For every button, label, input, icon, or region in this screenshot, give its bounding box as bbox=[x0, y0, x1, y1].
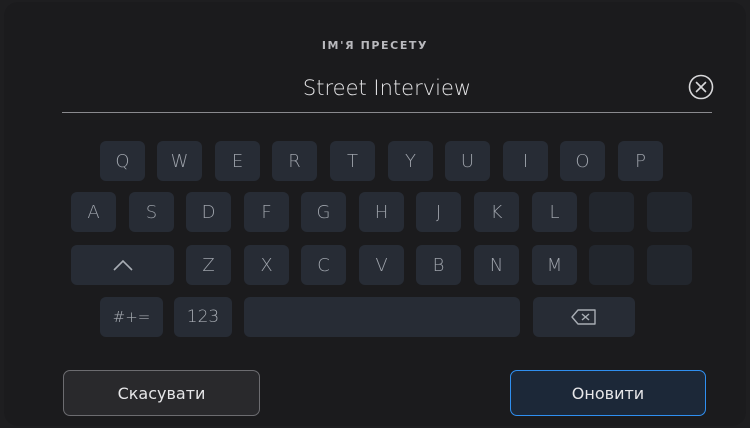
cancel-button[interactable]: Скасувати bbox=[63, 370, 260, 416]
key-n[interactable]: N bbox=[474, 245, 519, 285]
key-z[interactable]: Z bbox=[186, 245, 231, 285]
key-v[interactable]: V bbox=[359, 245, 404, 285]
key-m[interactable]: M bbox=[532, 245, 577, 285]
key-disabled bbox=[647, 192, 692, 232]
symbols-key[interactable]: #+= bbox=[100, 297, 163, 337]
key-l[interactable]: L bbox=[532, 192, 577, 232]
clear-text-icon[interactable] bbox=[688, 74, 714, 100]
space-bar[interactable] bbox=[244, 297, 520, 337]
key-c[interactable]: C bbox=[301, 245, 346, 285]
dialog-title: ІМ'Я ПРЕСЕТУ bbox=[321, 39, 429, 52]
key-f[interactable]: F bbox=[244, 192, 289, 232]
backspace-icon bbox=[571, 309, 596, 325]
backspace-key[interactable] bbox=[533, 297, 635, 337]
preset-name-field[interactable]: Street Interview bbox=[62, 68, 714, 113]
preset-name-value: Street Interview bbox=[302, 76, 472, 100]
key-b[interactable]: B bbox=[416, 245, 461, 285]
key-o[interactable]: O bbox=[560, 141, 605, 181]
update-button[interactable]: Оновити bbox=[510, 370, 706, 416]
key-u[interactable]: U bbox=[445, 141, 490, 181]
key-p[interactable]: P bbox=[618, 141, 663, 181]
key-j[interactable]: J bbox=[416, 192, 461, 232]
key-disabled bbox=[589, 245, 634, 285]
key-a[interactable]: A bbox=[71, 192, 116, 232]
key-g[interactable]: G bbox=[301, 192, 346, 232]
key-q[interactable]: Q bbox=[100, 141, 145, 181]
key-k[interactable]: K bbox=[474, 192, 519, 232]
key-disabled bbox=[589, 192, 634, 232]
key-i[interactable]: I bbox=[503, 141, 548, 181]
shift-up-icon bbox=[112, 259, 133, 271]
key-s[interactable]: S bbox=[129, 192, 174, 232]
shift-key[interactable] bbox=[71, 245, 174, 285]
key-t[interactable]: T bbox=[330, 141, 375, 181]
key-w[interactable]: W bbox=[157, 141, 202, 181]
key-disabled bbox=[647, 245, 692, 285]
key-r[interactable]: R bbox=[272, 141, 317, 181]
key-h[interactable]: H bbox=[359, 192, 404, 232]
key-y[interactable]: Y bbox=[388, 141, 433, 181]
key-e[interactable]: E bbox=[215, 141, 260, 181]
key-d[interactable]: D bbox=[186, 192, 231, 232]
preset-name-dialog: ІМ'Я ПРЕСЕТУ Street Interview Q W E R T … bbox=[4, 2, 746, 426]
key-x[interactable]: X bbox=[244, 245, 289, 285]
numbers-key[interactable]: 123 bbox=[174, 297, 232, 337]
